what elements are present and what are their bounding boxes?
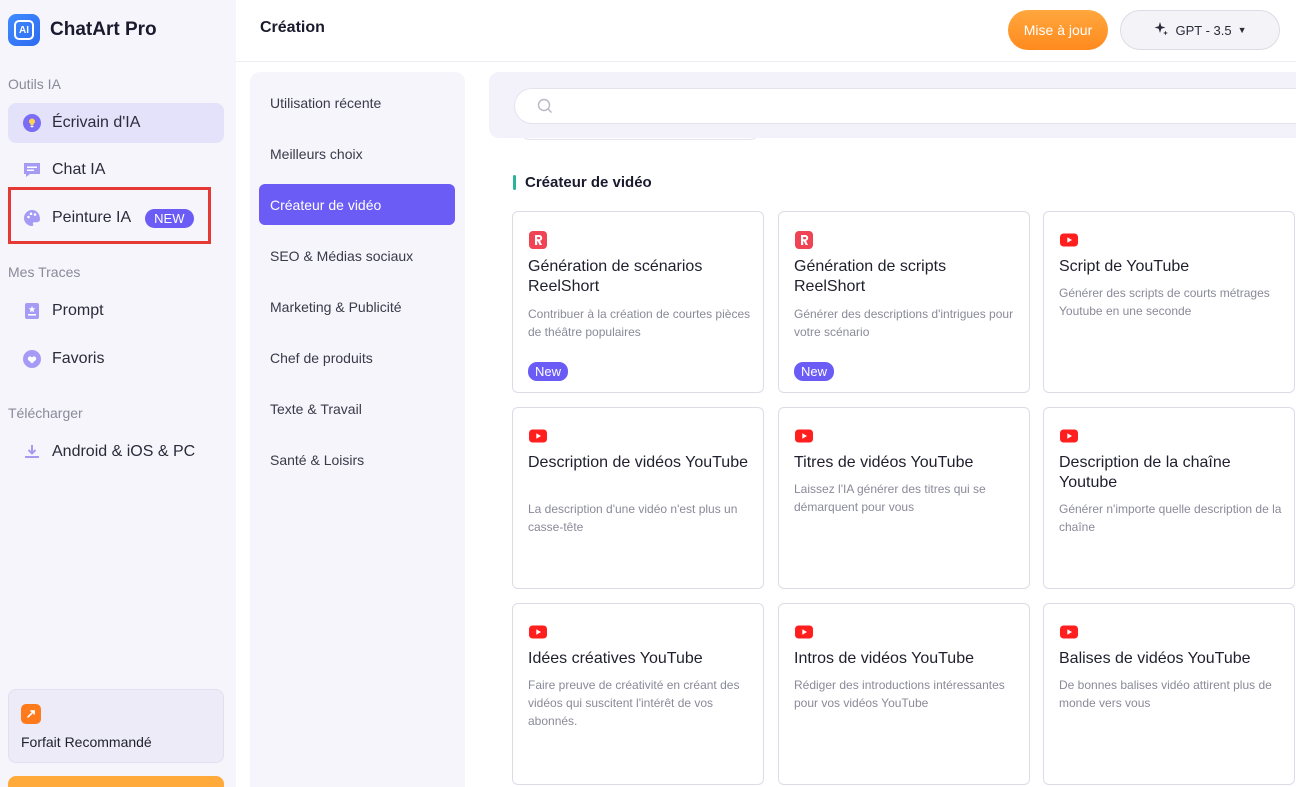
lightbulb-icon xyxy=(22,113,42,133)
highlight-annotation-box xyxy=(8,187,211,244)
youtube-icon xyxy=(528,426,548,446)
sidebar-item-label: Android & iOS & PC xyxy=(52,443,196,460)
plan-label: Forfait Recommandé xyxy=(21,734,152,750)
sidebar-item-label: Favoris xyxy=(52,350,105,367)
card-youtube-channel-description[interactable]: Description de la chaîne Youtube Générer… xyxy=(1043,407,1295,589)
reelshort-icon xyxy=(794,230,814,250)
sidebar-item-download-apps[interactable]: Android & iOS & PC xyxy=(8,432,224,472)
card-youtube-creative-ideas[interactable]: Idées créatives YouTube Faire preuve de … xyxy=(512,603,764,785)
page-title: Création xyxy=(260,19,325,36)
section-label-download: Télécharger xyxy=(8,405,83,421)
new-badge: New xyxy=(794,362,835,381)
arrow-up-right-icon: ↗ xyxy=(21,704,41,724)
card-description: Générer des descriptions d'intrigues pou… xyxy=(794,307,1014,339)
card-description: Générer des scripts de courts métrages Y… xyxy=(1059,286,1270,318)
card-description: Laissez l'IA générer des titres qui se d… xyxy=(794,482,986,514)
app-logo-icon: AI xyxy=(8,14,40,46)
card-title: Description de vidéos YouTube xyxy=(528,454,748,471)
recommended-plan-card[interactable]: ↗ Forfait Recommandé xyxy=(8,689,224,763)
section-title: Créateur de vidéo xyxy=(525,174,652,191)
model-label: GPT - 3.5 xyxy=(1175,22,1232,38)
prompt-icon xyxy=(22,301,42,321)
sidebar-item-prompt[interactable]: Prompt xyxy=(8,291,224,331)
card-youtube-video-titles[interactable]: Titres de vidéos YouTube Laissez l'IA gé… xyxy=(778,407,1030,589)
sidebar-item-label: Prompt xyxy=(52,302,104,319)
card-youtube-video-intros[interactable]: Intros de vidéos YouTube Rédiger des int… xyxy=(778,603,1030,785)
youtube-icon xyxy=(794,622,814,642)
sidebar-item-ai-writer[interactable]: Écrivain d'IA xyxy=(8,103,224,143)
sidebar-item-label: Écrivain d'IA xyxy=(52,114,141,131)
card-title: Script de YouTube xyxy=(1059,258,1190,275)
sparkle-icon xyxy=(1153,21,1169,40)
top-bar: Création Mise à jour GPT - 3.5 ▼ xyxy=(236,0,1296,62)
category-recent[interactable]: Utilisation récente xyxy=(259,82,455,123)
brand[interactable]: AI ChatArt Pro xyxy=(8,14,157,46)
card-youtube-script[interactable]: Script de YouTube Générer des scripts de… xyxy=(1043,211,1295,393)
card-description: Générer n'importe quelle description de … xyxy=(1059,502,1282,534)
search-field[interactable] xyxy=(514,88,1296,124)
section-label-tools: Outils IA xyxy=(8,76,61,92)
card-youtube-video-tags[interactable]: Balises de vidéos YouTube De bonnes bali… xyxy=(1043,603,1295,785)
download-icon xyxy=(22,442,42,462)
model-selector[interactable]: GPT - 3.5 ▼ xyxy=(1120,10,1280,50)
sidebar: AI ChatArt Pro Outils IA Écrivain d'IA C… xyxy=(0,0,236,787)
card-description: Rédiger des introductions intéressantes … xyxy=(794,678,1005,710)
section-accent-bar xyxy=(513,175,516,190)
youtube-icon xyxy=(794,426,814,446)
card-youtube-video-description[interactable]: Description de vidéos YouTube La descrip… xyxy=(512,407,764,589)
card-title: Balises de vidéos YouTube xyxy=(1059,650,1251,667)
card-title: Idées créatives YouTube xyxy=(528,650,703,667)
category-product-manager[interactable]: Chef de produits xyxy=(259,337,455,378)
plan-action-button[interactable] xyxy=(8,776,224,787)
app-name: ChatArt Pro xyxy=(50,19,157,40)
search-icon xyxy=(537,98,553,114)
category-seo-social[interactable]: SEO & Médias sociaux xyxy=(259,235,455,276)
category-marketing[interactable]: Marketing & Publicité xyxy=(259,286,455,327)
card-reelshort-scenarios[interactable]: Génération de scénarios ReelShort Contri… xyxy=(512,211,764,393)
card-title: Description de la chaîne Youtube xyxy=(1059,454,1231,491)
sidebar-item-chat[interactable]: Chat IA xyxy=(8,150,224,190)
youtube-icon xyxy=(1059,622,1079,642)
youtube-icon xyxy=(1059,230,1079,250)
card-title: Titres de vidéos YouTube xyxy=(794,454,974,471)
section-label-traces: Mes Traces xyxy=(8,264,81,280)
upgrade-button[interactable]: Mise à jour xyxy=(1008,10,1108,50)
card-title: Intros de vidéos YouTube xyxy=(794,650,974,667)
card-description: Contribuer à la création de courtes pièc… xyxy=(528,307,751,339)
youtube-icon xyxy=(1059,426,1079,446)
category-video-creator[interactable]: Créateur de vidéo xyxy=(259,184,455,225)
youtube-icon xyxy=(528,622,548,642)
category-health-leisure[interactable]: Santé & Loisirs xyxy=(259,439,455,480)
reelshort-icon xyxy=(528,230,548,250)
section-heading: Créateur de vidéo xyxy=(513,174,652,191)
card-reelshort-scripts[interactable]: Génération de scripts ReelShort Générer … xyxy=(778,211,1030,393)
category-list: Utilisation récente Meilleurs choix Créa… xyxy=(250,72,465,787)
chevron-down-icon: ▼ xyxy=(1237,25,1247,35)
sidebar-item-label: Chat IA xyxy=(52,161,106,178)
search-input[interactable] xyxy=(559,89,1259,123)
category-best-picks[interactable]: Meilleurs choix xyxy=(259,133,455,174)
card-title: Génération de scénarios ReelShort xyxy=(528,258,703,295)
sidebar-item-favorites[interactable]: Favoris xyxy=(8,339,224,379)
chat-bubble-icon xyxy=(22,160,42,180)
card-title: Génération de scripts ReelShort xyxy=(794,258,947,295)
card-description: Faire preuve de créativité en créant des… xyxy=(528,678,740,728)
heart-icon xyxy=(22,349,42,369)
new-badge: New xyxy=(528,362,569,381)
card-description: De bonnes balises vidéo attirent plus de… xyxy=(1059,678,1272,710)
category-text-work[interactable]: Texte & Travail xyxy=(259,388,455,429)
card-description: La description d'une vidéo n'est plus un… xyxy=(528,502,738,534)
search-area xyxy=(489,72,1296,138)
